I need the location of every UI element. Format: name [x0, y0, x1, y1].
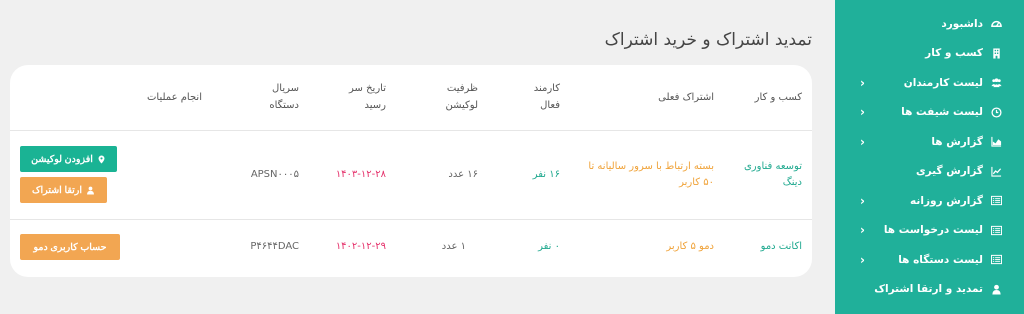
sidebar-item-label: داشبورد: [941, 17, 983, 30]
sidebar-item-daily-report[interactable]: گزارش روزانه ‹: [835, 186, 1024, 216]
user-icon: [87, 186, 94, 195]
list-icon: [990, 195, 1002, 207]
sidebar-item-dashboard[interactable]: داشبورد: [835, 9, 1024, 39]
page-title: تمدید اشتراک و خرید اشتراک: [604, 30, 812, 50]
sidebar-item-label: کسب و کار: [925, 47, 983, 60]
sidebar: داشبورد کسب و کار لیست کارمندان ‹ لیست ش…: [835, 0, 1024, 314]
sidebar-item-label: تمدید و ارتقا اشتراک: [874, 283, 983, 296]
sidebar-item-reporting[interactable]: گزارش گیری: [835, 157, 1024, 187]
sidebar-item-label: لیست شیفت ها: [901, 106, 983, 119]
cell-device-serial: P۴۶۴۴DAC: [250, 241, 299, 253]
cell-operations: حساب کاربری دمو: [10, 219, 220, 275]
cell-business: توسعه فناوری دینگ: [724, 130, 812, 220]
demo-account-button[interactable]: حساب کاربری دمو: [20, 234, 120, 261]
chevron-left-icon: ‹: [860, 193, 865, 208]
header-due-date: تاریخ سر رسید: [309, 65, 396, 131]
header-location-capacity: ظرفیت لوکیشن: [396, 65, 488, 131]
clock-icon: [990, 106, 1002, 118]
cell-location-capacity: ۱۶ عدد: [396, 130, 488, 220]
dashboard-icon: [990, 18, 1002, 30]
sidebar-item-label: گزارش ها: [931, 135, 983, 148]
table-header: کسب و کار اشتراک فعلی کارمند فعال ظرفیت لو…: [10, 65, 812, 131]
list-icon: [990, 224, 1002, 236]
subscriptions-table: کسب و کار اشتراک فعلی کارمند فعال ظرفیت لو…: [10, 65, 812, 275]
sidebar-item-label: گزارش گیری: [916, 165, 983, 178]
line-chart-icon: [990, 165, 1002, 177]
sidebar-item-business[interactable]: کسب و کار: [835, 39, 1024, 69]
cell-subscription: بسته ارتباط با سرور سالیانه تا ۵۰ کاربر: [570, 130, 724, 220]
subscriptions-card: کسب و کار اشتراک فعلی کارمند فعال ظرفیت لو…: [10, 65, 812, 277]
cell-operations: افزودن لوکیشن ارتقا اشتراک: [10, 130, 220, 220]
chevron-left-icon: ‹: [860, 252, 865, 267]
chevron-left-icon: ‹: [860, 134, 865, 149]
app-page: داشبورد کسب و کار لیست کارمندان ‹ لیست ش…: [0, 0, 1024, 314]
table-row: اکانت دمو دمو ۵ کاربر ۰ نفر ۱ عدد ۱۴۰۲-۱…: [10, 219, 812, 275]
list-icon: [990, 254, 1002, 266]
users-icon: [990, 77, 1002, 89]
cell-location-capacity: ۱ عدد: [441, 241, 466, 253]
chevron-left-icon: ‹: [860, 223, 865, 238]
sidebar-item-employees[interactable]: لیست کارمندان ‹: [835, 68, 1024, 98]
cell-active-staff: ۰ نفر: [538, 241, 560, 253]
sidebar-item-requests[interactable]: لیست درخواست ها ‹: [835, 216, 1024, 246]
cell-due-date: ۱۴۰۲-۱۲-۲۹: [335, 241, 386, 253]
building-icon: [990, 47, 1002, 59]
cell-due-date: ۱۴۰۳-۱۲-۲۸: [309, 130, 396, 220]
map-marker-icon: [98, 154, 105, 164]
cell-subscription: دمو ۵ کاربر: [666, 241, 714, 253]
table-header-row: کسب و کار اشتراک فعلی کارمند فعال ظرفیت لو…: [10, 65, 812, 131]
header-active-staff: کارمند فعال: [488, 65, 570, 131]
chevron-left-icon: ‹: [860, 75, 865, 90]
sidebar-item-subscription[interactable]: تمدید و ارتقا اشتراک: [835, 275, 1024, 305]
operations-group: حساب کاربری دمو: [20, 234, 200, 261]
user-icon: [990, 283, 1002, 295]
add-location-button[interactable]: افزودن لوکیشن: [20, 146, 117, 172]
upgrade-subscription-button[interactable]: ارتقا اشتراک: [20, 177, 107, 203]
sidebar-item-label: گزارش روزانه: [910, 194, 983, 207]
operations-group: افزودن لوکیشن ارتقا اشتراک: [20, 146, 200, 203]
sidebar-item-reports[interactable]: گزارش ها ‹: [835, 127, 1024, 157]
table-row: توسعه فناوری دینگ بسته ارتباط با سرور سال…: [10, 130, 812, 220]
sidebar-item-label: لیست کارمندان: [903, 76, 983, 89]
header-operations: انجام عملیات: [10, 65, 220, 131]
sidebar-item-shifts[interactable]: لیست شیفت ها ‹: [835, 98, 1024, 128]
header-subscription: اشتراک فعلی: [570, 65, 724, 131]
cell-device-serial: APSN۰۰۰۵: [220, 130, 309, 220]
area-chart-icon: [990, 136, 1002, 148]
cell-active-staff: ۱۶ نفر: [488, 130, 570, 220]
sidebar-item-devices[interactable]: لیست دستگاه ها ‹: [835, 245, 1024, 275]
header-business: کسب و کار: [724, 65, 812, 131]
sidebar-item-label: لیست درخواست ها: [883, 224, 983, 237]
chevron-left-icon: ‹: [860, 105, 865, 120]
cell-business: اکانت دمو: [760, 241, 802, 253]
sidebar-item-label: لیست دستگاه ها: [898, 253, 983, 266]
header-device-serial: سریال دستگاه: [220, 65, 309, 131]
